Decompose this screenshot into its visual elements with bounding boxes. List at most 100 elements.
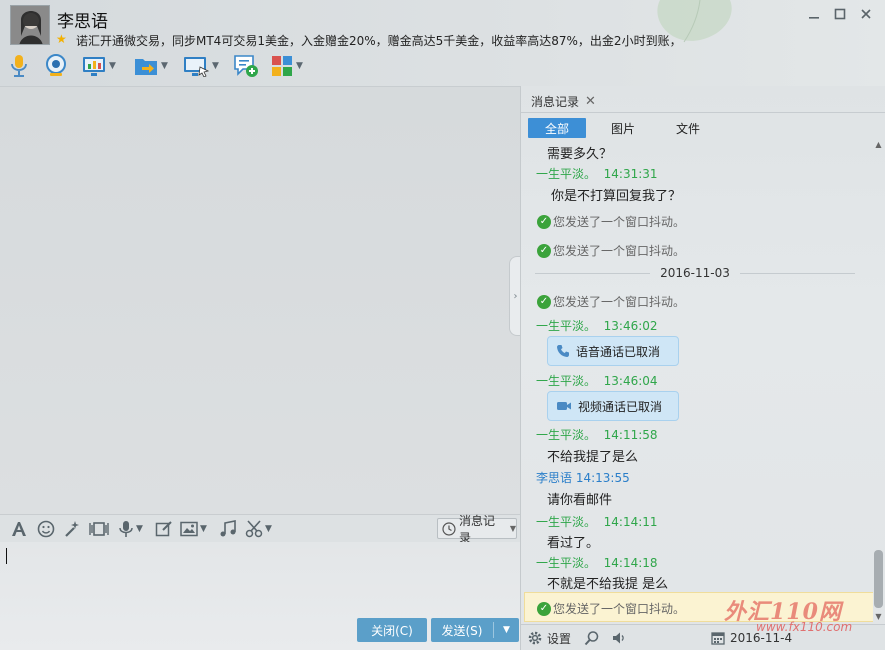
chevron-down-icon[interactable]: ▼ (200, 524, 207, 534)
system-text: 您发送了一个窗口抖动。 (553, 295, 686, 309)
system-message: ✓ 您发送了一个窗口抖动。 (537, 213, 685, 230)
message-header: 一生平淡。 14:11:58 (536, 426, 658, 443)
send-button-label: 发送(S) (441, 623, 483, 638)
check-icon: ✓ (537, 214, 551, 229)
header: 李思语 ★ 诺汇开通微交易，同步MT4可交易1美金，入金赠金20%，赠金高达5千… (0, 0, 885, 86)
screenshot-icon[interactable] (89, 519, 109, 539)
sender-name: 一生平淡。 (536, 556, 597, 570)
apps-icon[interactable]: ▼ (271, 52, 303, 80)
message-text: 你是不打算回复我了？ (551, 189, 682, 204)
settings-button[interactable]: 设置 (527, 629, 571, 647)
screen-share-icon[interactable]: ▼ (82, 52, 116, 80)
divider (521, 112, 885, 113)
new-chat-icon[interactable] (233, 52, 259, 80)
chevron-down-icon[interactable]: ▼ (212, 61, 219, 71)
message-text: 请你看邮件 (547, 493, 613, 508)
gear-icon (528, 631, 542, 645)
avatar-photo-icon (11, 6, 49, 44)
maximize-icon[interactable] (829, 7, 851, 25)
history-panel: 消息记录 ✕ 全部 图片 文件 需要多久？ 一生平淡。 14:31:31 你是不… (520, 86, 885, 650)
message-time: 14:14:18 (603, 556, 658, 570)
system-message: ✓ 您发送了一个窗口抖动。 (537, 293, 685, 310)
edit-icon[interactable] (155, 519, 173, 539)
main-toolbar: ▼ ▼ ▼ ▼ (0, 52, 520, 82)
tab-message-history[interactable]: 消息记录 ✕ (525, 90, 596, 112)
message-history-button[interactable]: 消息记录 ▼ (437, 514, 517, 545)
sender-name: 一生平淡。 (536, 428, 597, 442)
voice-message-icon[interactable]: ▼ (118, 519, 143, 539)
contact-signature: 诺汇开通微交易，同步MT4可交易1美金，入金赠金20%，赠金高达5千美金，收益率… (76, 34, 682, 48)
close-icon[interactable] (855, 7, 877, 25)
sender-name: 李思语 (536, 471, 573, 485)
file-transfer-icon[interactable]: ▼ (134, 52, 168, 80)
font-icon[interactable] (10, 519, 28, 539)
system-message: ✓ 您发送了一个窗口抖动。 (537, 242, 685, 259)
message-input[interactable]: 关闭(C) 发送(S) ▼ (0, 542, 520, 650)
send-button[interactable]: 发送(S) ▼ (431, 618, 519, 642)
call-status-text: 语音通话已取消 (576, 344, 661, 359)
emoji-icon[interactable] (37, 519, 55, 539)
video-call-card[interactable]: 视频通话已取消 (547, 391, 679, 421)
chevron-down-icon[interactable]: ▼ (296, 61, 303, 71)
chevron-down-icon[interactable]: ▼ (109, 61, 116, 71)
system-text: 您发送了一个窗口抖动。 (553, 215, 686, 229)
system-text: 您发送了一个窗口抖动。 (553, 244, 686, 258)
phone-icon (557, 345, 569, 357)
divider (739, 272, 855, 274)
tab-label: 消息记录 (531, 94, 580, 109)
history-scrollbar[interactable]: ▲ ▼ (873, 140, 884, 624)
filter-images[interactable]: 图片 (594, 118, 652, 138)
message-text: 需要多久？ (547, 147, 613, 162)
scissors-icon[interactable]: ▼ (245, 519, 272, 539)
camera-icon[interactable] (44, 52, 68, 80)
chevron-right-icon: › (513, 290, 518, 302)
contact-name[interactable]: 李思语 (57, 7, 108, 32)
text-caret (6, 548, 7, 564)
avatar[interactable] (10, 5, 50, 45)
message-header: 一生平淡。 14:14:11 (536, 513, 658, 530)
speaker-icon[interactable] (611, 629, 627, 647)
chevron-down-icon[interactable]: ▼ (494, 625, 519, 635)
chevron-down-icon[interactable]: ▼ (136, 524, 143, 534)
divider (535, 272, 651, 274)
message-header: 一生平淡。 13:46:04 (536, 372, 658, 389)
message-header: 一生平淡。 14:31:31 (536, 165, 658, 182)
clock-icon (442, 521, 456, 536)
remote-desktop-icon[interactable]: ▼ (183, 52, 219, 80)
sender-name: 一生平淡。 (536, 319, 597, 333)
video-camera-icon (557, 402, 571, 410)
star-icon: ★ (56, 32, 67, 46)
voice-call-card[interactable]: 语音通话已取消 (547, 336, 679, 366)
search-icon[interactable] (584, 629, 600, 647)
input-toolbar: ▼ ▼ ▼ 消息记录 ▼ (0, 514, 520, 545)
system-message: ✓ 您发送了一个窗口抖动。 (537, 600, 685, 617)
close-button[interactable]: 关闭(C) (357, 618, 427, 642)
image-icon[interactable]: ▼ (180, 519, 207, 539)
scroll-up-icon[interactable]: ▲ (873, 140, 884, 152)
minimize-icon[interactable] (803, 7, 825, 25)
chevron-down-icon[interactable]: ▼ (161, 61, 168, 71)
date-label: 2016-11-03 (660, 266, 730, 280)
microphone-icon[interactable] (9, 52, 29, 80)
message-time: 14:13:55 (575, 471, 630, 485)
message-header: 李思语 14:13:55 (536, 469, 630, 486)
message-history-list: 需要多久？ 一生平淡。 14:31:31 你是不打算回复我了？ ✓ 您发送了一个… (521, 140, 873, 624)
close-tab-icon[interactable]: ✕ (585, 94, 596, 109)
chevron-down-icon[interactable]: ▼ (265, 524, 272, 534)
message-header: 一生平淡。 13:46:02 (536, 317, 658, 334)
date-separator: 2016-11-03 (535, 266, 855, 280)
watermark-url: www.fx110.com (756, 620, 853, 634)
sender-name: 一生平淡。 (536, 374, 597, 388)
filter-all[interactable]: 全部 (528, 118, 586, 138)
music-icon[interactable] (219, 519, 237, 539)
message-time: 14:14:11 (603, 515, 658, 529)
message-display-area (0, 86, 520, 514)
sender-name: 一生平淡。 (536, 515, 597, 529)
filter-files[interactable]: 文件 (659, 118, 717, 138)
check-icon: ✓ (537, 601, 551, 616)
message-text: 不给我提了是么 (547, 450, 639, 465)
system-text: 您发送了一个窗口抖动。 (553, 602, 686, 616)
magic-wand-icon[interactable] (63, 519, 81, 539)
chevron-down-icon[interactable]: ▼ (510, 524, 516, 533)
chat-window: 李思语 ★ 诺汇开通微交易，同步MT4可交易1美金，入金赠金20%，赠金高达5千… (0, 0, 885, 650)
